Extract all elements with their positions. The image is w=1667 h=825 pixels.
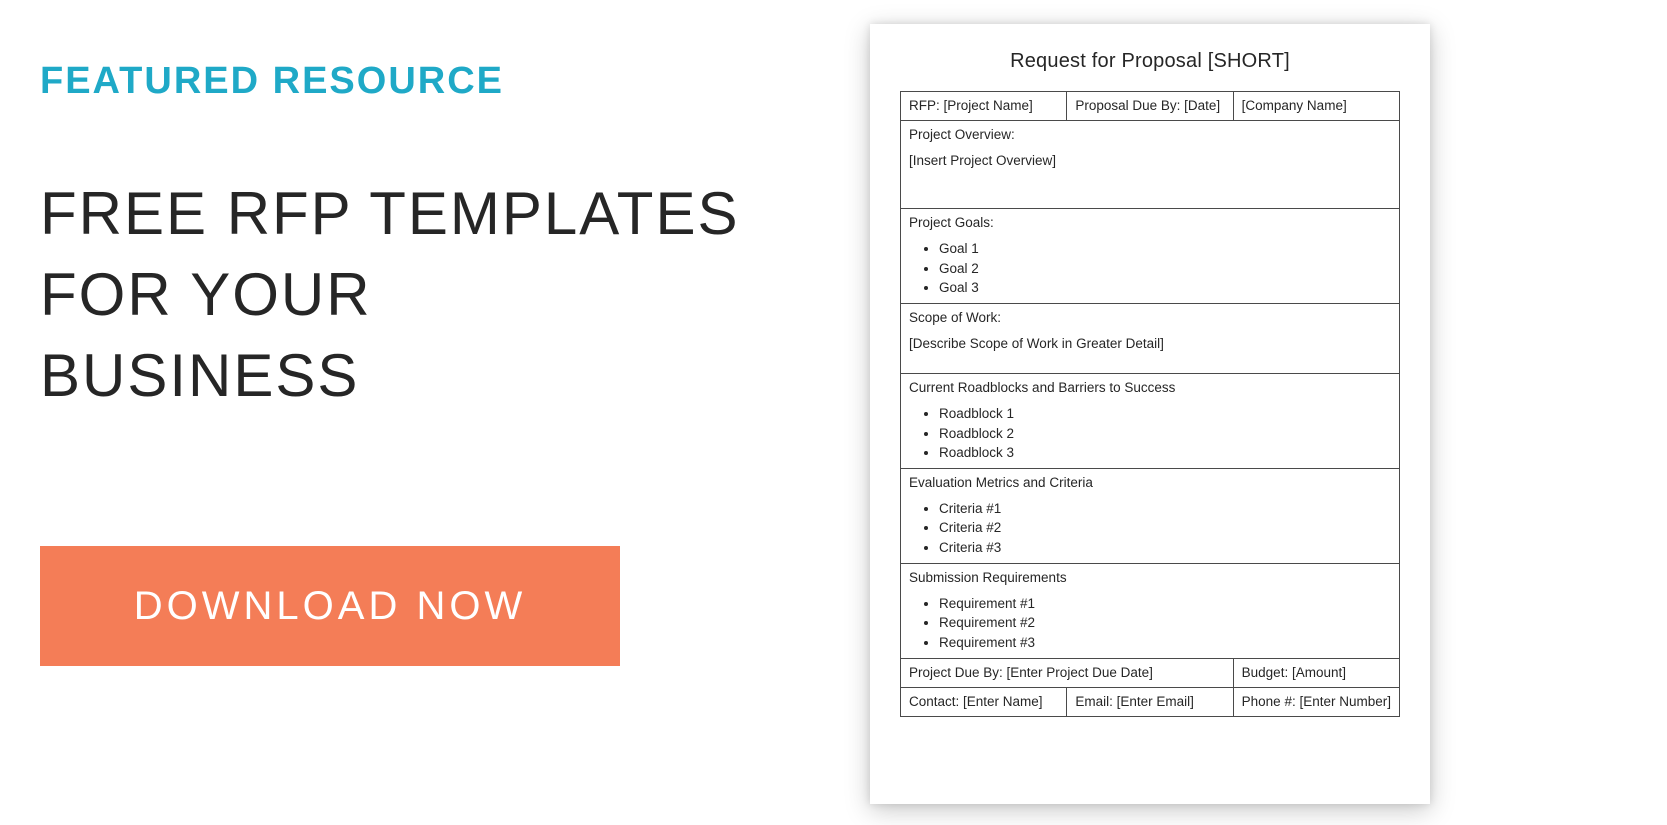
criteria-list: Criteria #1 Criteria #2 Criteria #3 (909, 500, 1391, 557)
list-item: Criteria #3 (939, 539, 1391, 557)
list-item: Requirement #1 (939, 595, 1391, 613)
promo-column: FEATURED RESOURCE FREE RFP TEMPLATES FOR… (0, 0, 830, 825)
document-title: Request for Proposal [SHORT] (900, 50, 1400, 73)
email-cell: Email: [Enter Email] (1067, 687, 1233, 716)
list-item: Roadblock 2 (939, 425, 1391, 443)
rfp-project-name-cell: RFP: [Project Name] (901, 92, 1067, 121)
download-now-button[interactable]: DOWNLOAD NOW (40, 546, 620, 666)
list-item: Requirement #2 (939, 614, 1391, 632)
headline: FREE RFP TEMPLATES FOR YOUR BUSINESS (40, 173, 790, 416)
list-item: Goal 3 (939, 279, 1391, 297)
overview-row: Project Overview: [Insert Project Overvi… (901, 121, 1400, 209)
headline-line-2: FOR YOUR (40, 261, 372, 328)
project-due-by-cell: Project Due By: [Enter Project Due Date] (901, 658, 1234, 687)
headline-line-3: BUSINESS (40, 342, 359, 409)
goals-list: Goal 1 Goal 2 Goal 3 (909, 240, 1391, 297)
contact-cell: Contact: [Enter Name] (901, 687, 1067, 716)
criteria-heading: Evaluation Metrics and Criteria (909, 474, 1391, 492)
footer-row-2: Contact: [Enter Name] Email: [Enter Emai… (901, 687, 1400, 716)
rfp-table: RFP: [Project Name] Proposal Due By: [Da… (900, 91, 1400, 717)
list-item: Goal 1 (939, 240, 1391, 258)
scope-heading: Scope of Work: (909, 309, 1391, 327)
roadblocks-heading: Current Roadblocks and Barriers to Succe… (909, 379, 1391, 397)
list-item: Criteria #1 (939, 500, 1391, 518)
list-item: Roadblock 1 (939, 405, 1391, 423)
document-preview: Request for Proposal [SHORT] RFP: [Proje… (870, 24, 1430, 804)
overview-body: [Insert Project Overview] (909, 152, 1391, 170)
roadblocks-list: Roadblock 1 Roadblock 2 Roadblock 3 (909, 405, 1391, 462)
featured-resource-label: FEATURED RESOURCE (40, 60, 790, 103)
goals-row: Project Goals: Goal 1 Goal 2 Goal 3 (901, 209, 1400, 304)
roadblocks-row: Current Roadblocks and Barriers to Succe… (901, 374, 1400, 469)
goals-heading: Project Goals: (909, 214, 1391, 232)
submission-heading: Submission Requirements (909, 569, 1391, 587)
list-item: Goal 2 (939, 260, 1391, 278)
submission-row: Submission Requirements Requirement #1 R… (901, 563, 1400, 658)
headline-line-1: FREE RFP TEMPLATES (40, 180, 740, 247)
footer-row-1: Project Due By: [Enter Project Due Date]… (901, 658, 1400, 687)
criteria-row: Evaluation Metrics and Criteria Criteria… (901, 468, 1400, 563)
list-item: Criteria #2 (939, 519, 1391, 537)
list-item: Requirement #3 (939, 634, 1391, 652)
overview-heading: Project Overview: (909, 126, 1391, 144)
proposal-due-by-cell: Proposal Due By: [Date] (1067, 92, 1233, 121)
preview-column: Request for Proposal [SHORT] RFP: [Proje… (830, 0, 1667, 825)
scope-body: [Describe Scope of Work in Greater Detai… (909, 335, 1391, 353)
scope-row: Scope of Work: [Describe Scope of Work i… (901, 304, 1400, 374)
company-name-cell: [Company Name] (1233, 92, 1399, 121)
page-container: FEATURED RESOURCE FREE RFP TEMPLATES FOR… (0, 0, 1667, 825)
list-item: Roadblock 3 (939, 444, 1391, 462)
budget-cell: Budget: [Amount] (1233, 658, 1399, 687)
header-row: RFP: [Project Name] Proposal Due By: [Da… (901, 92, 1400, 121)
phone-cell: Phone #: [Enter Number] (1233, 687, 1399, 716)
submission-list: Requirement #1 Requirement #2 Requiremen… (909, 595, 1391, 652)
